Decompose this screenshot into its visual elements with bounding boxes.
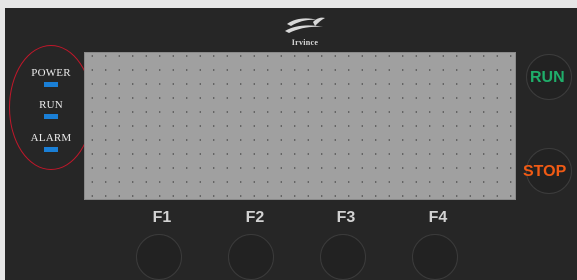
f1-label: F1 [152,209,172,226]
indicator-power: POWER [21,67,81,87]
f2-button[interactable] [228,234,274,280]
f3-button[interactable] [320,234,366,280]
f3-label: F3 [336,209,356,226]
indicator-alarm: ALARM [21,132,81,152]
indicator-label: ALARM [30,132,72,144]
hmi-panel: Irvince POWER RUN ALARM RUN STOP F1 F2 F… [5,8,577,280]
f2-label: F2 [245,209,265,226]
indicator-run: RUN [21,99,81,119]
f4-button[interactable] [412,234,458,280]
indicator-label: POWER [31,67,71,79]
run-label: RUN [530,69,565,86]
alarm-led [44,147,58,152]
run-led [44,114,58,119]
stop-label: STOP [523,163,567,180]
power-led [44,82,58,87]
wave-logo-icon [285,17,325,33]
lcd-display [84,52,516,200]
indicator-label: RUN [39,99,63,111]
f4-label: F4 [428,209,448,226]
brand-logo: Irvince [273,14,337,52]
f1-button[interactable] [136,234,182,280]
brand-name: Irvince [291,38,319,47]
